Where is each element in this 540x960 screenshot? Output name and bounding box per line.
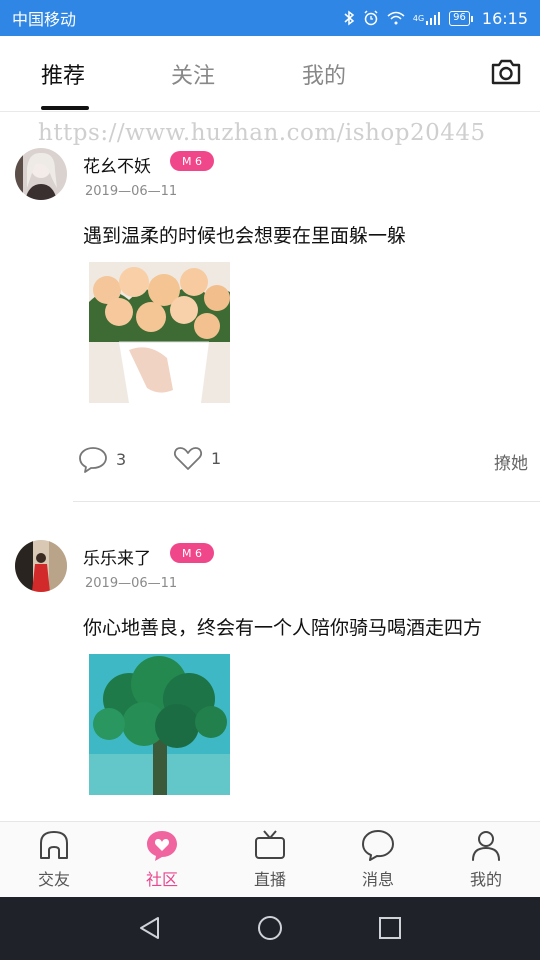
nav-label: 我的 — [469, 870, 502, 889]
comment-button[interactable]: 3 — [78, 445, 126, 473]
recents-icon[interactable] — [378, 915, 402, 945]
system-nav-bar — [0, 897, 540, 960]
level-badge: M 6 — [170, 151, 214, 171]
carrier-name: 中国移动 — [12, 10, 77, 29]
status-time: 16:15 — [481, 8, 528, 28]
avatar[interactable] — [15, 148, 67, 200]
tab-recommend[interactable]: 推荐 — [41, 58, 85, 90]
nav-label: 消息 — [361, 870, 394, 889]
post-text[interactable]: 你心地善良，终会有一个人陪你骑马喝酒走四方 — [83, 613, 482, 640]
nav-item-me[interactable]: 我的 — [446, 828, 526, 890]
nav-item-messages[interactable]: 消息 — [338, 828, 418, 890]
level-badge: M 6 — [170, 543, 214, 563]
camera-icon[interactable] — [490, 58, 522, 88]
post-actions: 3 1 撩她 — [78, 445, 528, 475]
post-date: 2019—06—11 — [85, 576, 178, 591]
nav-item-community[interactable]: 社区 — [122, 828, 202, 890]
active-tab-indicator — [41, 106, 89, 110]
tab-following[interactable]: 关注 — [171, 58, 215, 90]
avatar[interactable] — [15, 540, 67, 592]
bottom-nav-bar: 交友 社区 直播 消息 我的 — [0, 821, 540, 897]
nav-item-friends[interactable]: 交友 — [14, 828, 94, 890]
watermark-text: https://www.huzhan.com/ishop20445 — [38, 120, 486, 146]
nav-label: 交友 — [37, 870, 70, 889]
nav-label: 直播 — [253, 870, 286, 889]
post-date: 2019—06—11 — [85, 184, 178, 199]
post-divider — [73, 501, 540, 502]
nav-item-live[interactable]: 直播 — [230, 828, 310, 890]
comment-icon — [79, 447, 107, 473]
alarm-icon — [363, 10, 379, 26]
home-icon[interactable] — [257, 915, 283, 945]
tease-button[interactable]: 撩她 — [494, 449, 528, 474]
post-image[interactable] — [89, 262, 230, 403]
top-tab-bar: 推荐 关注 我的 — [0, 36, 540, 112]
heart-chat-icon — [147, 831, 177, 861]
comment-count: 3 — [116, 449, 127, 469]
like-button[interactable]: 1 — [173, 445, 221, 471]
post-image[interactable] — [89, 654, 230, 795]
username[interactable]: 乐乐来了 — [83, 544, 151, 569]
like-count: 1 — [211, 448, 222, 468]
post-text[interactable]: 遇到温柔的时候也会想要在里面躲一躲 — [83, 221, 406, 248]
back-icon[interactable] — [138, 915, 162, 945]
nav-label: 社区 — [145, 870, 178, 889]
chat-bubble-icon — [362, 830, 394, 861]
bluetooth-icon — [343, 10, 355, 26]
status-bar: 中国移动 4G 96 16:15 — [0, 0, 540, 36]
tab-mine[interactable]: 我的 — [302, 58, 346, 90]
signal-type-label: 4G — [412, 13, 425, 23]
heart-icon — [174, 447, 202, 470]
cell-signal-icon: 4G — [413, 11, 441, 25]
person-icon — [472, 831, 500, 861]
wifi-icon — [387, 11, 405, 25]
tv-icon — [255, 830, 285, 859]
battery-indicator: 96 — [449, 10, 473, 26]
username[interactable]: 花幺不妖 — [83, 152, 151, 177]
house-icon — [40, 831, 68, 859]
